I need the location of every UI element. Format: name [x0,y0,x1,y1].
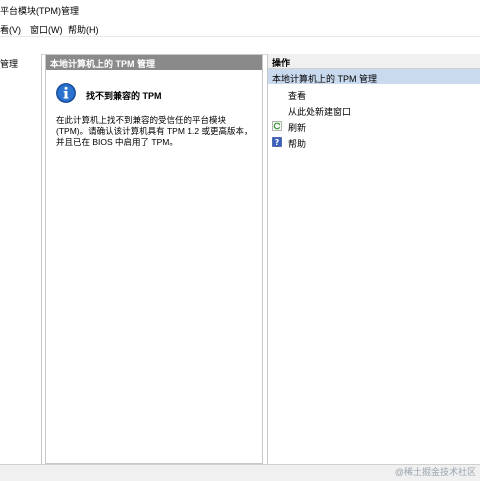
action-refresh[interactable]: 刷新 [288,121,306,135]
title-bar: 平台模块(TPM)管理 [0,0,480,20]
actions-subheader[interactable]: 本地计算机上的 TPM 管理 [268,69,480,84]
info-icon [56,83,76,103]
toolbar [0,36,480,55]
action-help[interactable]: 帮助 [288,137,306,151]
refresh-icon [272,121,282,131]
center-header: 本地计算机上的 TPM 管理 [46,55,262,70]
svg-text:?: ? [275,138,280,147]
center-header-label: 本地计算机上的 TPM 管理 [50,59,155,69]
message-title: 找不到兼容的 TPM [86,91,162,101]
menu-view[interactable]: 看(V) [0,23,21,36]
menu-window[interactable]: 窗口(W) [30,23,63,36]
actions-header-label: 操作 [272,58,291,68]
action-view[interactable]: 查看 [288,89,306,103]
actions-header: 操作 [268,54,480,69]
tree-pane: 管理 [0,54,42,464]
watermark: @稀土掘金技术社区 [394,467,476,477]
action-new-window[interactable]: 从此处新建窗口 [288,105,351,119]
actions-subheader-label: 本地计算机上的 TPM 管理 [272,74,377,84]
center-pane: 本地计算机上的 TPM 管理 找不到兼容的 TPM 在此计算机上找不到兼容的受信… [45,54,263,464]
menu-bar: 看(V) 窗口(W) 帮助(H) [0,20,480,36]
actions-pane: 操作 本地计算机上的 TPM 管理 查看 从此处新建窗口 刷新 ? 帮助 [267,54,480,464]
tree-item-tpm-management[interactable]: 管理 [0,57,18,70]
menu-help[interactable]: 帮助(H) [68,23,99,36]
window-title: 平台模块(TPM)管理 [0,6,79,16]
message-body: 在此计算机上找不到兼容的受信任的平台模块(TPM)。请确认该计算机具有 TPM … [56,115,253,147]
help-icon: ? [272,137,282,147]
